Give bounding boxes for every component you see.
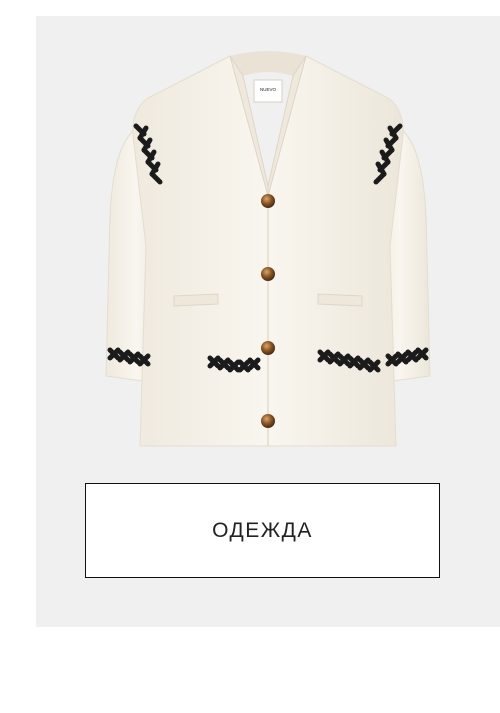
category-button-label: ОДЕЖДА	[212, 518, 313, 542]
category-button[interactable]: ОДЕЖДА	[85, 483, 440, 578]
cardigan-image[interactable]: NUEVO	[88, 36, 448, 448]
svg-text:NUEVO: NUEVO	[260, 87, 277, 92]
category-card[interactable]: NUEVO ОДЕЖДА	[36, 16, 500, 627]
